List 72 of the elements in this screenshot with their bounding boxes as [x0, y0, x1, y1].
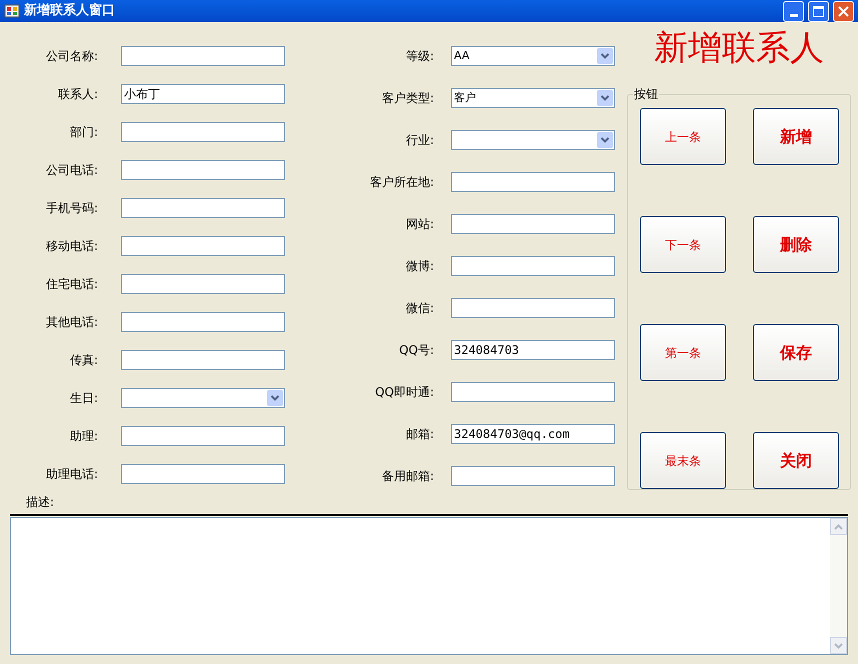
maximize-icon	[813, 6, 824, 16]
input-field[interactable]: 324084703@qq.com	[451, 424, 615, 444]
description-label: 描述:	[26, 494, 54, 511]
input-field[interactable]	[121, 274, 285, 294]
input-field[interactable]	[451, 298, 615, 318]
minimize-icon	[790, 14, 798, 16]
chevron-down-icon	[267, 390, 283, 406]
input-field[interactable]	[121, 46, 285, 66]
field-label: 客户所在地:	[368, 174, 434, 191]
nav-button[interactable]: 第一条	[640, 324, 726, 382]
field-label: 助理:	[68, 428, 98, 445]
maximize-button[interactable]	[808, 0, 829, 22]
field-label: 公司电话:	[44, 162, 98, 179]
action-button[interactable]: 删除	[753, 216, 839, 274]
input-field[interactable]	[451, 172, 615, 192]
close-icon	[838, 6, 849, 16]
input-field[interactable]	[121, 464, 285, 484]
dropdown[interactable]	[451, 130, 615, 150]
chevron-up-icon	[834, 524, 843, 530]
minimize-button[interactable]	[783, 0, 804, 22]
field-label: 备用邮箱:	[380, 468, 434, 485]
chevron-down-icon	[834, 642, 843, 648]
field-label: 行业:	[404, 132, 434, 149]
nav-button[interactable]: 最末条	[640, 432, 726, 490]
input-field[interactable]	[121, 236, 285, 256]
dropdown[interactable]: AA	[451, 46, 615, 66]
group-title: 按钮	[633, 86, 659, 102]
input-field[interactable]	[451, 382, 615, 402]
input-field[interactable]	[451, 256, 615, 276]
chevron-down-icon	[597, 132, 613, 148]
field-label: 助理电话:	[44, 466, 98, 483]
input-field[interactable]	[121, 198, 285, 218]
input-field[interactable]	[121, 350, 285, 370]
field-label: 住宅电话:	[44, 276, 98, 293]
input-field[interactable]	[121, 122, 285, 142]
app-icon	[4, 3, 20, 19]
input-field[interactable]: 324084703	[451, 340, 615, 360]
field-label: 邮箱:	[404, 426, 434, 443]
nav-button[interactable]: 下一条	[640, 216, 726, 274]
action-button[interactable]: 保存	[753, 324, 839, 382]
field-label: 微信:	[404, 300, 434, 317]
action-button[interactable]: 关闭	[753, 432, 839, 490]
input-field[interactable]	[121, 160, 285, 180]
input-field[interactable]	[121, 426, 285, 446]
chevron-down-icon	[597, 48, 613, 64]
field-label: 传真:	[68, 352, 98, 369]
input-field[interactable]	[451, 466, 615, 486]
vertical-scrollbar[interactable]	[830, 518, 847, 654]
field-label: 客户类型:	[380, 90, 434, 107]
field-label: 移动电话:	[44, 238, 98, 255]
field-label: 联系人:	[56, 86, 98, 103]
chevron-down-icon	[597, 90, 613, 106]
nav-button[interactable]: 上一条	[640, 108, 726, 166]
field-label: 公司名称:	[44, 48, 98, 65]
field-label: 部门:	[68, 124, 98, 141]
field-label: 等级:	[404, 48, 434, 65]
field-label: QQ号:	[398, 342, 434, 359]
field-label: 网站:	[404, 216, 434, 233]
close-button[interactable]	[833, 0, 854, 22]
field-label: 手机号码:	[44, 200, 98, 217]
heading: 新增联系人	[654, 27, 824, 70]
field-label: 生日:	[68, 390, 98, 407]
input-field[interactable]	[121, 312, 285, 332]
field-label: 微博:	[404, 258, 434, 275]
field-label: QQ即时通:	[374, 384, 434, 401]
action-button[interactable]: 新增	[753, 108, 839, 166]
window-title: 新增联系人窗口	[24, 2, 116, 20]
input-field[interactable]: 小布丁	[121, 84, 285, 104]
field-label: 其他电话:	[44, 314, 98, 331]
input-field[interactable]	[451, 214, 615, 234]
dropdown[interactable]: 客户	[451, 88, 615, 108]
dropdown[interactable]	[121, 388, 285, 408]
